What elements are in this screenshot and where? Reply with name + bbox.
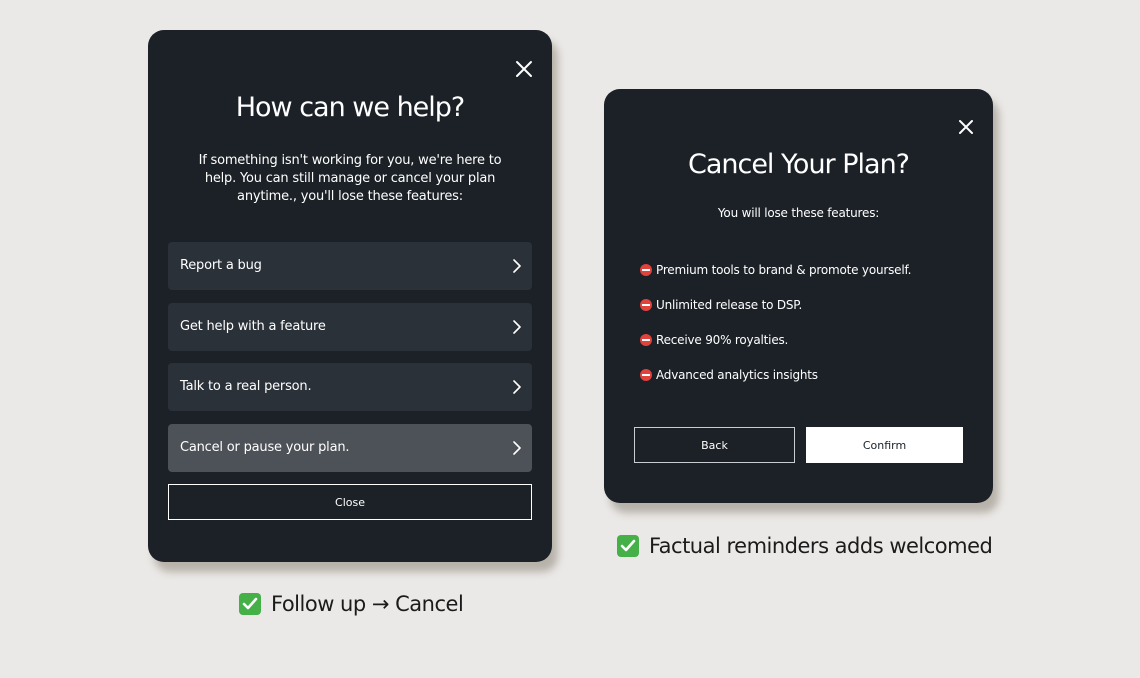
no-entry-icon — [640, 369, 652, 381]
chevron-right-icon — [512, 259, 522, 273]
help-modal: How can we help? If something isn't work… — [148, 30, 552, 562]
feature-item: Receive 90% royalties. — [640, 332, 788, 348]
check-mark-icon — [239, 593, 261, 615]
no-entry-icon — [640, 264, 652, 276]
close-icon[interactable] — [513, 58, 535, 80]
option-label: Report a bug — [180, 258, 262, 273]
feature-item: Unlimited release to DSP. — [640, 297, 802, 313]
no-entry-icon — [640, 299, 652, 311]
feature-item: Advanced analytics insights — [640, 367, 818, 383]
check-mark-icon — [617, 535, 639, 557]
confirm-button[interactable]: Confirm — [806, 427, 963, 463]
page: How can we help? If something isn't work… — [0, 0, 1140, 678]
option-get-help-feature[interactable]: Get help with a feature — [168, 303, 532, 351]
cancel-plan-modal: Cancel Your Plan? You will lose these fe… — [604, 89, 993, 503]
caption-factual-reminders: Factual reminders adds welcomed — [617, 534, 993, 558]
option-report-bug[interactable]: Report a bug — [168, 242, 532, 290]
feature-text: Receive 90% royalties. — [656, 333, 789, 347]
chevron-right-icon — [512, 380, 522, 394]
feature-text: Premium tools to brand & promote yoursel… — [656, 263, 912, 277]
option-talk-to-person[interactable]: Talk to a real person. — [168, 363, 532, 411]
cancel-modal-title: Cancel Your Plan? — [687, 149, 910, 180]
option-label: Cancel or pause your plan. — [180, 440, 350, 455]
option-label: Talk to a real person. — [180, 379, 312, 394]
option-label: Get help with a feature — [180, 319, 326, 334]
chevron-right-icon — [512, 320, 522, 334]
feature-item: Premium tools to brand & promote yoursel… — [640, 262, 911, 278]
caption-text: Follow up → Cancel — [271, 592, 464, 616]
help-modal-title: How can we help? — [235, 92, 466, 123]
chevron-right-icon — [512, 441, 522, 455]
feature-text: Unlimited release to DSP. — [656, 298, 803, 312]
feature-text: Advanced analytics insights — [656, 368, 818, 382]
back-button[interactable]: Back — [634, 427, 795, 463]
close-button[interactable]: Close — [168, 484, 532, 520]
caption-follow-up: Follow up → Cancel — [239, 592, 464, 616]
cancel-modal-subtitle: You will lose these features: — [717, 206, 880, 220]
caption-text: Factual reminders adds welcomed — [649, 534, 993, 558]
help-modal-description: If something isn't working for you, we'r… — [198, 153, 502, 204]
close-icon[interactable] — [955, 116, 977, 138]
option-cancel-pause-plan[interactable]: Cancel or pause your plan. — [168, 424, 532, 472]
no-entry-icon — [640, 334, 652, 346]
